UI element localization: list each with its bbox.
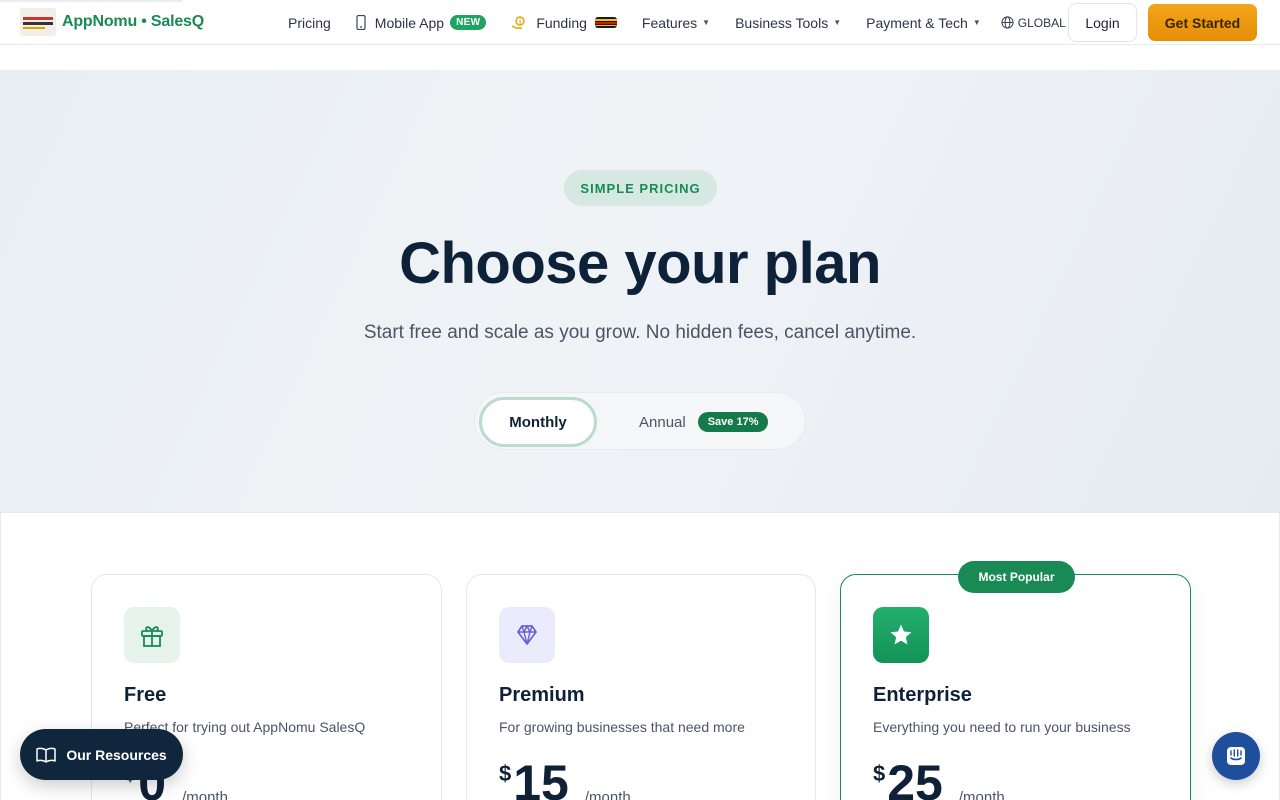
diamond-icon xyxy=(499,607,555,663)
price-period: /month xyxy=(584,789,631,800)
price-currency: $ xyxy=(499,761,512,786)
uganda-flag-icon xyxy=(594,17,617,28)
nav-pricing[interactable]: Pricing xyxy=(288,15,331,31)
main-nav: Pricing Mobile App NEW $ Funding Feature… xyxy=(288,0,1079,45)
plan-name: Free xyxy=(124,684,167,706)
price-period: /month xyxy=(182,789,228,800)
book-icon xyxy=(36,747,57,763)
plan-card-premium: Premium For growing businesses that need… xyxy=(466,574,816,800)
page-subtitle: Start free and scale as you grow. No hid… xyxy=(363,322,917,343)
plan-card-enterprise: Most Popular Enterprise Everything you n… xyxy=(840,561,1191,800)
price-period: /month xyxy=(958,789,1005,800)
nav-payment-tech-label: Payment & Tech xyxy=(866,14,968,31)
brand-name: AppNomu • SalesQ xyxy=(62,13,204,30)
billing-annual-option[interactable]: Annual Save 17% xyxy=(639,397,769,447)
chat-widget-button[interactable] xyxy=(1212,732,1260,780)
hero-section: SIMPLE PRICING Choose your plan Start fr… xyxy=(0,70,1280,512)
plan-description: Everything you need to run your business xyxy=(873,719,1131,735)
plan-price: $ 15 /month xyxy=(499,753,631,800)
chevron-down-icon: ▼ xyxy=(833,18,842,27)
nav-features-label: Features xyxy=(641,14,698,31)
plan-name: Premium xyxy=(499,684,585,706)
save-badge: Save 17% xyxy=(697,412,769,432)
top-divider xyxy=(0,0,182,2)
site-header: AppNomu • SalesQ Pricing Mobile App NEW … xyxy=(0,0,1280,45)
globe-icon xyxy=(1001,16,1014,29)
money-hand-icon: $ xyxy=(511,15,527,30)
chevron-down-icon: ▼ xyxy=(702,18,711,27)
plan-name: Enterprise xyxy=(873,684,972,706)
price-amount: 25 xyxy=(887,755,943,800)
nav-funding[interactable]: $ Funding xyxy=(511,15,617,31)
chat-icon xyxy=(1224,744,1248,768)
most-popular-badge: Most Popular xyxy=(958,561,1075,593)
star-icon xyxy=(873,607,929,663)
svg-text:$: $ xyxy=(519,18,523,25)
plan-description: For growing businesses that need more xyxy=(499,719,745,735)
pricing-section: Free Perfect for trying out AppNomu Sale… xyxy=(0,512,1280,800)
gift-icon xyxy=(124,607,180,663)
simple-pricing-badge: SIMPLE PRICING xyxy=(564,170,717,206)
page-title: Choose your plan xyxy=(399,231,881,296)
mobile-phone-icon xyxy=(356,15,366,30)
new-badge: NEW xyxy=(450,15,487,30)
billing-annual-label: Annual xyxy=(639,413,686,431)
nav-payment-tech[interactable]: Payment & Tech ▼ xyxy=(866,15,981,31)
our-resources-button[interactable]: Our Resources xyxy=(20,729,183,780)
region-label: GLOBAL xyxy=(1017,15,1066,30)
brand-logo-icon xyxy=(20,8,56,36)
billing-monthly-option[interactable]: Monthly xyxy=(479,397,597,447)
nav-mobile-app-label: Mobile App xyxy=(374,14,445,31)
region-selector[interactable]: GLOBAL ▼ xyxy=(1001,16,1079,30)
nav-pricing-label: Pricing xyxy=(288,14,331,31)
nav-business-tools-label: Business Tools xyxy=(735,14,829,31)
nav-business-tools[interactable]: Business Tools ▼ xyxy=(735,15,841,31)
billing-toggle: Monthly Annual Save 17% xyxy=(474,392,806,450)
brand-logo-link[interactable]: AppNomu • SalesQ xyxy=(20,8,204,36)
nav-funding-label: Funding xyxy=(536,14,587,31)
price-currency: $ xyxy=(873,761,886,786)
nav-mobile-app[interactable]: Mobile App NEW xyxy=(356,15,487,31)
get-started-button[interactable]: Get Started xyxy=(1148,4,1257,41)
plan-price: $ 25 /month xyxy=(873,753,1005,800)
login-button[interactable]: Login xyxy=(1068,3,1137,42)
our-resources-label: Our Resources xyxy=(66,746,167,763)
price-amount: 15 xyxy=(513,755,569,800)
chevron-down-icon: ▼ xyxy=(972,18,981,27)
nav-features[interactable]: Features ▼ xyxy=(642,15,710,31)
